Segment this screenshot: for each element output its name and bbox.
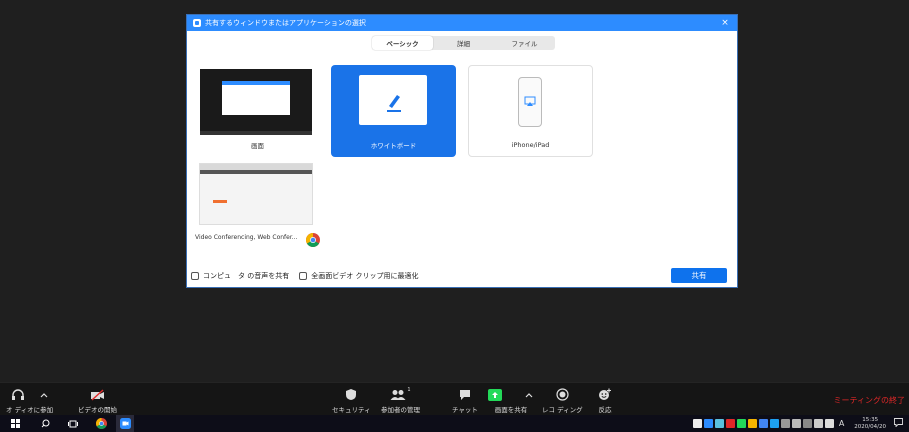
- screen-thumbnail: [200, 69, 312, 135]
- tray-app-icon[interactable]: [758, 419, 768, 428]
- share-button[interactable]: 共有: [671, 268, 727, 283]
- join-audio-button[interactable]: オ ディオに参加: [6, 385, 53, 414]
- tab-advanced[interactable]: 詳細: [433, 36, 494, 50]
- pen-icon: [387, 95, 401, 112]
- tray-app-icon[interactable]: [703, 419, 713, 428]
- ime-indicator[interactable]: A: [839, 419, 844, 428]
- optimize-video-checkbox[interactable]: 全画面ビデオ クリップ用に最適化: [299, 271, 418, 281]
- tray-app-icon[interactable]: [769, 419, 779, 428]
- checkbox-box: [191, 272, 199, 280]
- smiley-plus-icon: [599, 388, 611, 400]
- shield-icon: [346, 389, 357, 400]
- share-audio-checkbox[interactable]: コンピュ タ の音声を共有: [191, 271, 289, 281]
- tray-app-icon[interactable]: [802, 419, 812, 428]
- security-label: セキュリティ: [332, 406, 371, 414]
- clock[interactable]: 15:35 2020/04/20: [854, 417, 886, 431]
- share-tabs: ベーシック 詳細 ファイル: [372, 36, 555, 50]
- tile-iphone-ipad[interactable]: iPhone/iPad: [468, 65, 593, 157]
- record-label: レコ ディング: [542, 406, 583, 414]
- meeting-toolbar: オ ディオに参加 ビデオの開始 セキュリティ 1 参加者の管理 チャット 画面を…: [0, 382, 909, 415]
- browser-thumbnail: [199, 163, 313, 225]
- video-off-icon: [90, 388, 104, 401]
- clock-date: 2020/04/20: [854, 423, 886, 430]
- tile-whiteboard[interactable]: ホワイトボード: [331, 65, 456, 157]
- chat-label: チャット: [452, 406, 478, 414]
- chat-icon: [459, 389, 470, 400]
- clock-time: 15:35: [862, 416, 879, 423]
- tile-whiteboard-label: ホワイトボード: [370, 142, 417, 150]
- record-button[interactable]: レコ ディング: [542, 385, 583, 414]
- share-screen-icon: [488, 388, 502, 401]
- airplay-icon: [524, 96, 536, 106]
- chat-button[interactable]: チャット: [452, 385, 478, 414]
- start-video-label: ビデオの開始: [78, 406, 117, 414]
- optimize-video-label: 全画面ビデオ クリップ用に最適化: [311, 272, 419, 280]
- dialog-titlebar: 共有するウィンドウまたはアプリケーションの選択 ×: [187, 15, 737, 31]
- task-view-icon[interactable]: [64, 415, 82, 432]
- notifications-icon[interactable]: [894, 418, 903, 429]
- network-icon[interactable]: [813, 419, 823, 428]
- tray-app-icon[interactable]: [714, 419, 724, 428]
- share-screen-label: 画面を共有: [494, 406, 528, 414]
- chevron-up-icon[interactable]: [524, 391, 534, 399]
- participants-button[interactable]: 1 参加者の管理: [381, 385, 420, 414]
- close-icon[interactable]: ×: [719, 18, 731, 28]
- share-dialog: 共有するウィンドウまたはアプリケーションの選択 × ベーシック 詳細 ファイル …: [186, 14, 738, 288]
- tile-screen-label: 画面: [251, 142, 264, 150]
- search-icon[interactable]: [36, 415, 54, 432]
- tray-app-icon[interactable]: [791, 419, 801, 428]
- whiteboard-thumbnail: [359, 75, 427, 125]
- participants-count: 1: [407, 387, 411, 393]
- tile-browser-label: Video Conferencing, Web Confer...: [195, 234, 298, 241]
- security-button[interactable]: セキュリティ: [332, 385, 371, 414]
- windows-start-icon[interactable]: [6, 415, 24, 432]
- chrome-icon: [306, 233, 320, 247]
- reactions-label: 反応: [598, 406, 612, 414]
- windows-taskbar: A 15:35 2020/04/20: [0, 415, 909, 432]
- tab-basic[interactable]: ベーシック: [372, 36, 433, 50]
- chrome-icon[interactable]: [92, 415, 110, 432]
- tile-iphone-label: iPhone/iPad: [511, 141, 550, 149]
- tab-files[interactable]: ファイル: [494, 36, 555, 50]
- start-video-button[interactable]: ビデオの開始: [78, 385, 117, 414]
- participants-label: 参加者の管理: [381, 406, 420, 414]
- share-audio-label: コンピュ タ の音声を共有: [203, 272, 290, 280]
- zoom-app-icon: [193, 19, 201, 27]
- phone-icon: [518, 77, 542, 127]
- tile-screen[interactable]: 画面: [195, 65, 320, 157]
- tray-app-icon[interactable]: [736, 419, 746, 428]
- dialog-title: 共有するウィンドウまたはアプリケーションの選択: [205, 19, 366, 27]
- system-tray: A 15:35 2020/04/20: [692, 415, 909, 432]
- meeting-area: 共有するウィンドウまたはアプリケーションの選択 × ベーシック 詳細 ファイル …: [0, 0, 909, 382]
- join-audio-label: オ ディオに参加: [6, 406, 54, 414]
- participants-icon: [390, 389, 406, 400]
- tile-browser-window[interactable]: Video Conferencing, Web Confer...: [195, 163, 320, 255]
- reactions-button[interactable]: 反応: [598, 385, 612, 414]
- chevron-up-icon[interactable]: [39, 391, 49, 399]
- share-screen-button[interactable]: 画面を共有: [488, 385, 534, 414]
- headphones-icon: [11, 389, 24, 400]
- dialog-footer: コンピュ タ の音声を共有 全画面ビデオ クリップ用に最適化 共有: [187, 265, 737, 287]
- end-meeting-button[interactable]: ミーティングの終了: [833, 395, 905, 406]
- record-icon: [556, 388, 569, 401]
- tray-app-icon[interactable]: [780, 419, 790, 428]
- checkbox-box: [299, 272, 308, 280]
- volume-icon[interactable]: [824, 419, 834, 428]
- tray-app-icon[interactable]: [725, 419, 735, 428]
- zoom-taskbar-icon[interactable]: [116, 415, 134, 432]
- tray-app-icon[interactable]: [692, 419, 702, 428]
- tray-app-icon[interactable]: [747, 419, 757, 428]
